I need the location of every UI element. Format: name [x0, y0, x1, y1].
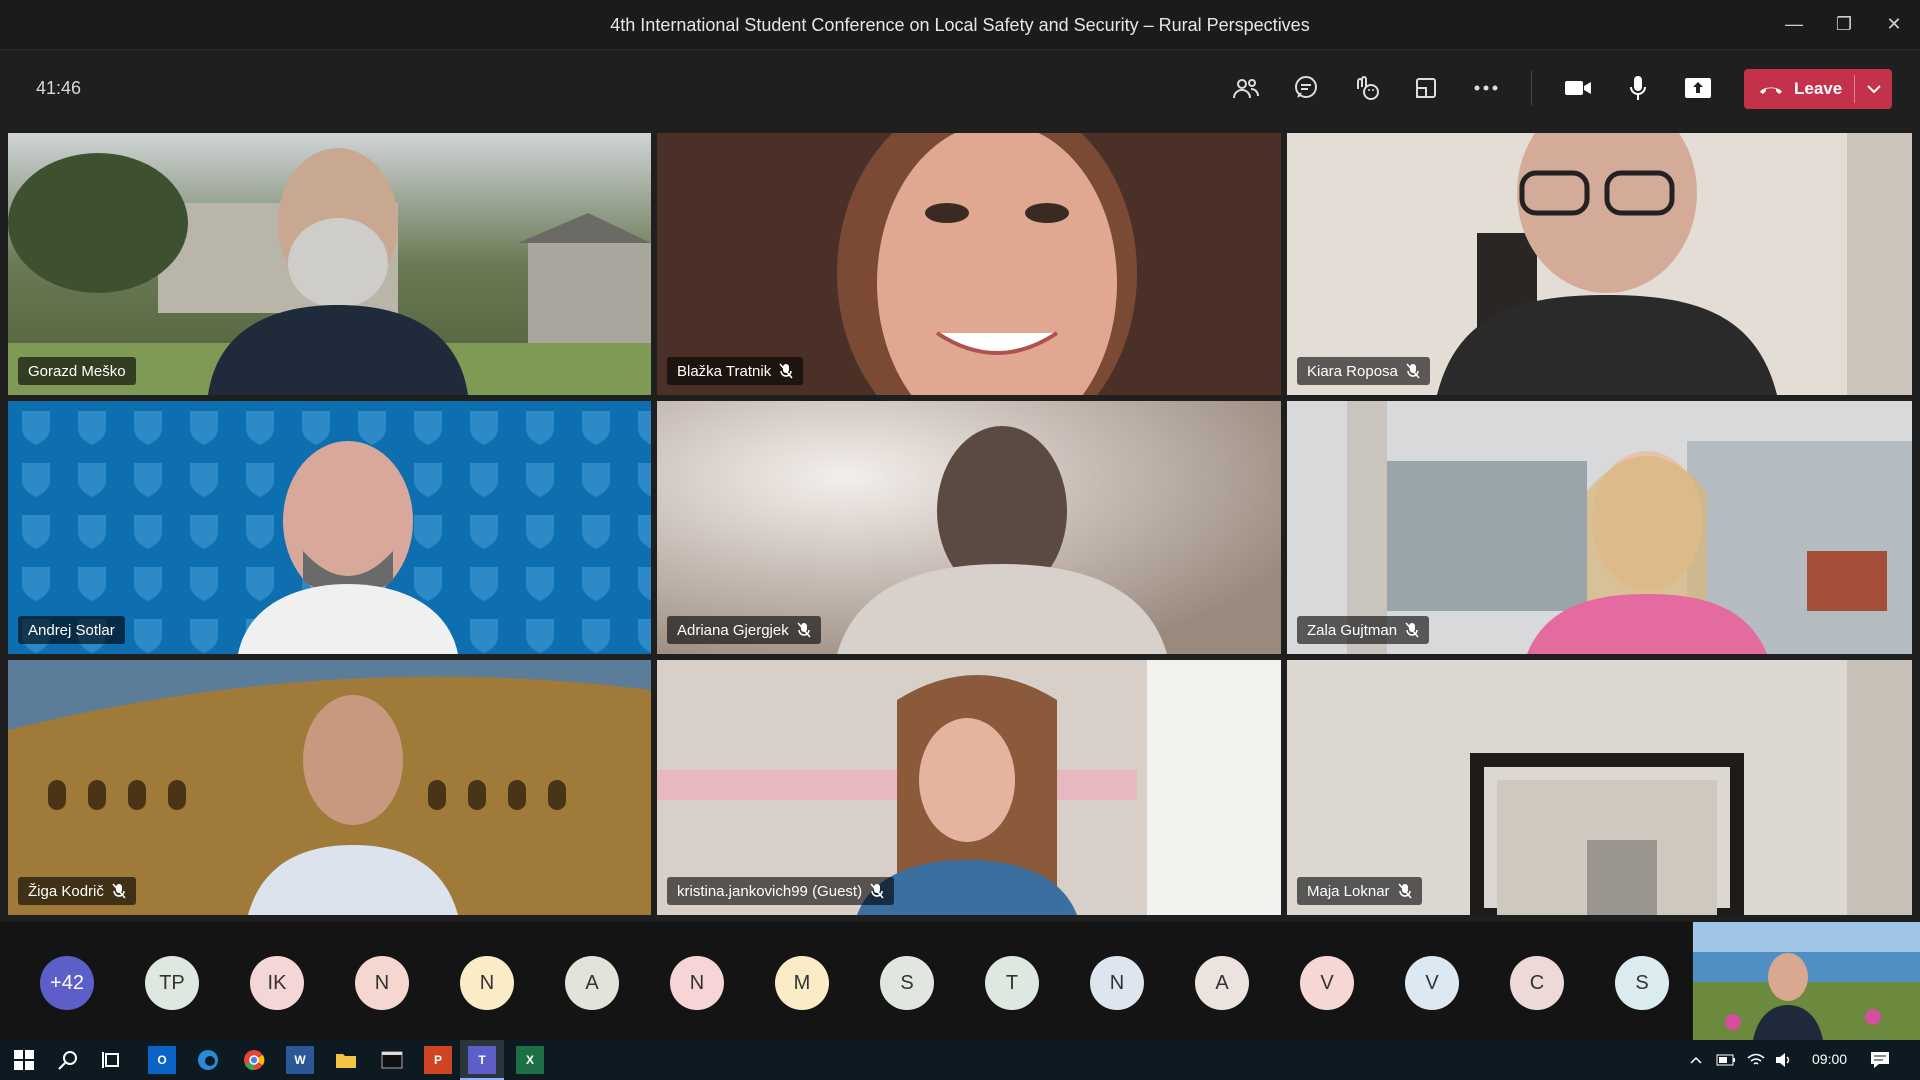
chrome-icon[interactable]	[240, 1046, 268, 1074]
leave-label: Leave	[1794, 79, 1843, 98]
microphone-icon[interactable]	[1620, 70, 1656, 106]
participant-avatar[interactable]: V	[1405, 956, 1459, 1010]
participant-avatar[interactable]: N	[670, 956, 724, 1010]
participant-nameplate: kristina.jankovich99 (Guest)	[667, 877, 895, 905]
video-feed	[8, 133, 651, 395]
windows-start-icon[interactable]	[10, 1046, 38, 1074]
video-tile[interactable]: Maja Loknar	[1287, 660, 1912, 915]
file-explorer-icon[interactable]	[332, 1046, 360, 1074]
windows-taskbar: O W P T X 09:00	[0, 1040, 1920, 1080]
taskbar-clock[interactable]: 09:00	[1812, 1051, 1847, 1067]
participant-nameplate: Zala Gujtman	[1297, 616, 1430, 644]
volume-icon[interactable]	[1770, 1046, 1798, 1074]
outlook-icon[interactable]: O	[148, 1046, 176, 1074]
video-tile[interactable]: Andrej Sotlar	[8, 401, 651, 654]
microphone-off-icon	[797, 622, 811, 638]
video-tile[interactable]: Blažka Tratnik	[657, 133, 1281, 395]
rooms-icon[interactable]	[1408, 70, 1444, 106]
video-tile[interactable]: Adriana Gjergjek	[657, 401, 1281, 654]
participant-roster: +42 TP IK N N A N M S T N A V V C S	[0, 922, 1692, 1040]
chevron-up-icon[interactable]	[1682, 1046, 1710, 1074]
more-options-icon[interactable]	[1468, 70, 1504, 106]
participant-avatar[interactable]: M	[775, 956, 829, 1010]
chat-icon[interactable]	[1288, 70, 1324, 106]
window-title-bar: 4th International Student Conference on …	[0, 0, 1920, 50]
participant-avatar[interactable]: IK	[250, 956, 304, 1010]
video-tile[interactable]: Gorazd Meško	[8, 133, 651, 395]
share-icon[interactable]	[1680, 70, 1716, 106]
participant-nameplate: Kiara Roposa	[1297, 357, 1430, 385]
participant-nameplate: Adriana Gjergjek	[667, 616, 821, 644]
restore-icon[interactable]: ❐	[1830, 10, 1858, 38]
video-tile[interactable]: kristina.jankovich99 (Guest)	[657, 660, 1281, 915]
leave-divider	[1854, 75, 1855, 103]
participant-avatar[interactable]: N	[355, 956, 409, 1010]
participant-avatar[interactable]: A	[1195, 956, 1249, 1010]
microphone-off-icon	[779, 363, 793, 379]
participant-nameplate: Gorazd Meško	[18, 357, 136, 385]
participant-name: Zala Gujtman	[1307, 621, 1398, 639]
participant-nameplate: Žiga Kodrič	[18, 877, 136, 905]
microphone-off-icon	[1397, 883, 1412, 899]
more-participants-count[interactable]: +42	[40, 956, 94, 1010]
participant-avatar[interactable]: S	[1615, 956, 1669, 1010]
search-icon[interactable]	[54, 1046, 82, 1074]
hang-up-icon	[1758, 79, 1786, 99]
toolbar-divider	[1531, 70, 1532, 106]
participant-name: kristina.jankovich99 (Guest)	[677, 882, 863, 900]
video-tile[interactable]: Žiga Kodrič	[8, 660, 651, 915]
notifications-icon[interactable]	[1866, 1046, 1894, 1074]
participant-avatar[interactable]: TP	[145, 956, 199, 1010]
participants-icon[interactable]	[1228, 70, 1264, 106]
meeting-timer: 41:46	[36, 78, 82, 98]
microphone-off-icon	[112, 883, 126, 899]
battery-icon[interactable]	[1712, 1046, 1740, 1074]
microphone-off-icon	[1405, 622, 1419, 638]
close-icon[interactable]: ✕	[1880, 10, 1908, 38]
participant-name: Adriana Gjergjek	[677, 621, 789, 639]
participant-name: Žiga Kodrič	[28, 882, 104, 900]
chevron-down-icon[interactable]	[1864, 79, 1884, 99]
minimize-icon[interactable]: —	[1780, 10, 1808, 38]
participant-name: Blažka Tratnik	[677, 362, 772, 380]
microphone-off-icon	[1406, 363, 1420, 379]
participant-avatar[interactable]: N	[460, 956, 514, 1010]
participant-name: Gorazd Meško	[28, 362, 126, 380]
excel-icon[interactable]: X	[516, 1046, 544, 1074]
powerpoint-icon[interactable]: P	[424, 1046, 452, 1074]
word-icon[interactable]: W	[286, 1046, 314, 1074]
reactions-icon[interactable]	[1348, 70, 1384, 106]
task-view-icon[interactable]	[98, 1046, 126, 1074]
self-view-video[interactable]	[1693, 922, 1920, 1040]
participant-avatar[interactable]: T	[985, 956, 1039, 1010]
window-title: 4th International Student Conference on …	[610, 15, 1310, 35]
participant-avatar[interactable]: C	[1510, 956, 1564, 1010]
participant-nameplate: Andrej Sotlar	[18, 616, 125, 644]
microphone-off-icon	[870, 883, 884, 899]
terminal-icon[interactable]	[378, 1046, 406, 1074]
video-feed	[657, 133, 1281, 395]
video-feed	[1287, 133, 1912, 395]
video-tile[interactable]: Kiara Roposa	[1287, 133, 1912, 395]
participant-name: Andrej Sotlar	[28, 621, 115, 639]
participant-nameplate: Maja Loknar	[1297, 877, 1422, 905]
self-view-feed	[1693, 922, 1920, 1040]
participant-avatar[interactable]: V	[1300, 956, 1354, 1010]
edge-icon[interactable]	[194, 1046, 222, 1074]
participant-name: Maja Loknar	[1307, 882, 1390, 900]
participant-avatar[interactable]: N	[1090, 956, 1144, 1010]
participant-avatar[interactable]: A	[565, 956, 619, 1010]
video-tile[interactable]: Zala Gujtman	[1287, 401, 1912, 654]
meeting-toolbar: 41:46 Leave	[0, 50, 1920, 126]
participant-nameplate: Blažka Tratnik	[667, 357, 804, 385]
participant-avatar[interactable]: S	[880, 956, 934, 1010]
leave-button[interactable]: Leave	[1744, 69, 1892, 109]
teams-icon[interactable]: T	[468, 1046, 496, 1074]
wifi-icon[interactable]	[1742, 1046, 1770, 1074]
camera-icon[interactable]	[1560, 70, 1596, 106]
participant-name: Kiara Roposa	[1307, 362, 1398, 380]
